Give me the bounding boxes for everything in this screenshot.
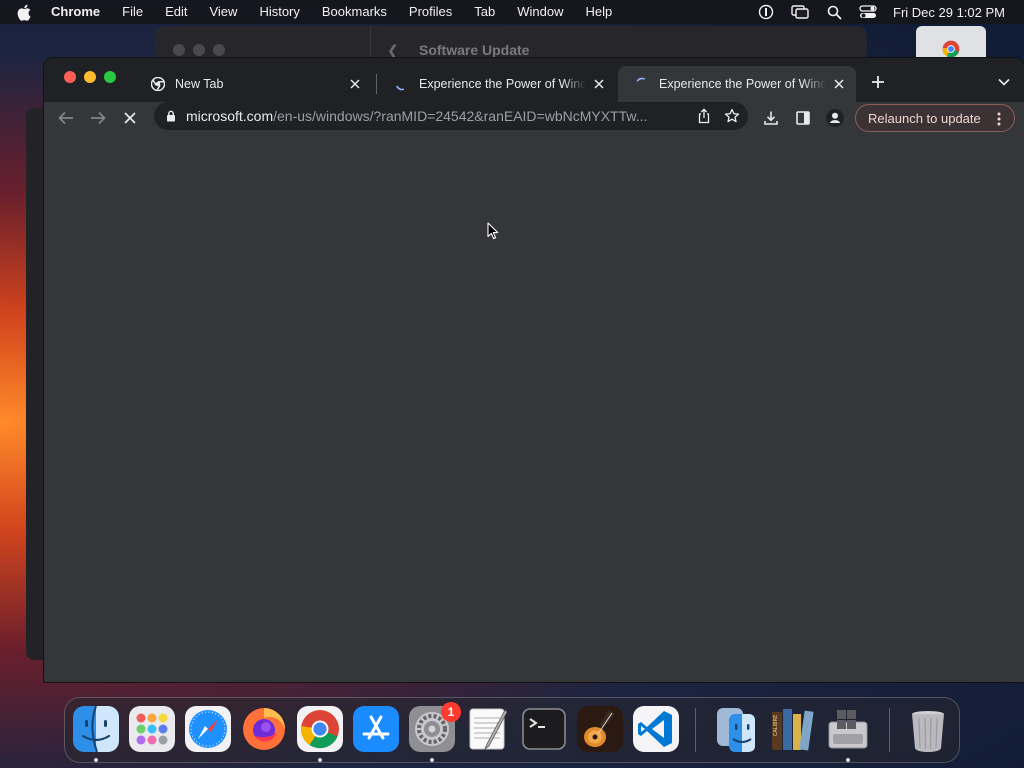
maximize-window-button[interactable] xyxy=(104,71,116,83)
back-chevron-icon: ❮ xyxy=(387,42,399,58)
tab-strip: New Tab Experience the Power of Windows … xyxy=(44,58,1024,102)
relaunch-label: Relaunch to update xyxy=(868,110,981,126)
menu-tab[interactable]: Tab xyxy=(463,0,506,24)
chrome-icon xyxy=(150,76,166,92)
close-tab-icon[interactable] xyxy=(346,75,364,93)
trash-icon[interactable] xyxy=(905,706,951,752)
url-host: microsoft.com xyxy=(186,108,274,124)
close-tab-icon[interactable] xyxy=(830,75,848,93)
forward-button[interactable] xyxy=(84,104,112,132)
one-password-icon[interactable] xyxy=(757,4,775,20)
downloads-button[interactable] xyxy=(757,104,785,132)
close-window-button[interactable] xyxy=(64,71,76,83)
download-icon xyxy=(764,111,778,125)
chrome-window: New Tab Experience the Power of Windows … xyxy=(44,58,1024,682)
launchpad-icon[interactable] xyxy=(129,706,175,752)
menu-window[interactable]: Window xyxy=(506,0,574,24)
firefox-icon[interactable] xyxy=(241,706,287,752)
window-controls xyxy=(64,71,116,83)
stop-loading-button[interactable] xyxy=(116,104,144,132)
apple-menu-icon[interactable] xyxy=(17,3,35,21)
garageband-icon[interactable] xyxy=(577,706,623,752)
svg-text:CALIBRE: CALIBRE xyxy=(773,715,779,736)
side-panel-button[interactable] xyxy=(789,104,817,132)
page-content-area[interactable] xyxy=(44,134,1024,682)
arrow-left-icon xyxy=(58,111,73,125)
new-tab-button[interactable] xyxy=(866,70,890,94)
menu-history[interactable]: History xyxy=(248,0,310,24)
google-chrome-icon[interactable] xyxy=(297,706,343,752)
finder-icon[interactable] xyxy=(73,706,119,752)
browser-toolbar: microsoft.com/en-us/windows/?ranMID=2454… xyxy=(44,102,1024,134)
share-icon[interactable] xyxy=(696,108,712,124)
spotlight-search-icon[interactable] xyxy=(825,4,843,20)
tab-experience-windows-1[interactable]: Experience the Power of Windows xyxy=(378,66,616,102)
tab-title: Experience the Power of Windows xyxy=(659,77,826,91)
menu-bookmarks[interactable]: Bookmarks xyxy=(311,0,398,24)
dock: 1 CALIBRE xyxy=(64,697,960,763)
profile-avatar-icon xyxy=(826,109,844,127)
url-text: microsoft.com/en-us/windows/?ranMID=2454… xyxy=(186,108,680,124)
tab-title: Experience the Power of Windows xyxy=(419,77,586,91)
profile-button[interactable] xyxy=(821,104,849,132)
boot-camp-assistant-icon[interactable] xyxy=(825,706,871,752)
minimize-window-button[interactable] xyxy=(84,71,96,83)
back-button[interactable] xyxy=(52,104,80,132)
chevron-down-icon xyxy=(998,78,1010,86)
chrome-app-window-corner xyxy=(916,26,986,58)
menu-profiles[interactable]: Profiles xyxy=(398,0,463,24)
url-path: /en-us/windows/?ranMID=24542&ranEAID=wbN… xyxy=(273,108,648,124)
chrome-logo-icon xyxy=(942,40,960,58)
menu-view[interactable]: View xyxy=(198,0,248,24)
tab-search-button[interactable] xyxy=(992,70,1016,94)
tab-experience-windows-active[interactable]: Experience the Power of Windows xyxy=(618,66,856,102)
migration-assistant-icon[interactable] xyxy=(713,706,759,752)
mouse-pointer-icon xyxy=(487,222,499,240)
menu-help[interactable]: Help xyxy=(575,0,624,24)
terminal-icon[interactable] xyxy=(521,706,567,752)
screen-mirroring-icon[interactable] xyxy=(791,4,809,20)
arrow-right-icon xyxy=(91,111,106,125)
menu-bar: Chrome File Edit View History Bookmarks … xyxy=(0,0,1024,24)
menu-app-name[interactable]: Chrome xyxy=(47,0,111,24)
tab-title: New Tab xyxy=(175,77,224,91)
loading-spinner-icon xyxy=(634,76,650,92)
more-vertical-icon[interactable] xyxy=(992,111,1006,127)
safari-icon[interactable] xyxy=(185,706,231,752)
tab-new-tab[interactable]: New Tab xyxy=(134,66,372,102)
plus-icon xyxy=(872,76,884,88)
background-window-edge xyxy=(26,108,46,660)
lock-icon[interactable] xyxy=(164,109,178,123)
visual-studio-code-icon[interactable] xyxy=(633,706,679,752)
bookmark-star-icon[interactable] xyxy=(724,108,740,124)
address-bar[interactable]: microsoft.com/en-us/windows/?ranMID=2454… xyxy=(154,102,748,130)
background-traffic-lights xyxy=(173,44,225,56)
control-center-icon[interactable] xyxy=(859,4,877,20)
menu-edit[interactable]: Edit xyxy=(154,0,198,24)
menu-clock[interactable]: Fri Dec 29 1:02 PM xyxy=(885,5,1024,20)
relaunch-to-update-button[interactable]: Relaunch to update xyxy=(855,104,1015,132)
app-store-icon[interactable] xyxy=(353,706,399,752)
side-panel-icon xyxy=(796,111,810,125)
calibre-icon[interactable]: CALIBRE xyxy=(769,706,815,752)
close-tab-icon[interactable] xyxy=(590,75,608,93)
loading-spinner-icon xyxy=(394,76,410,92)
software-update-title: Software Update xyxy=(419,42,530,58)
notification-badge: 1 xyxy=(441,702,461,722)
close-icon xyxy=(124,112,136,124)
menu-file[interactable]: File xyxy=(111,0,154,24)
textedit-icon[interactable] xyxy=(465,706,511,752)
